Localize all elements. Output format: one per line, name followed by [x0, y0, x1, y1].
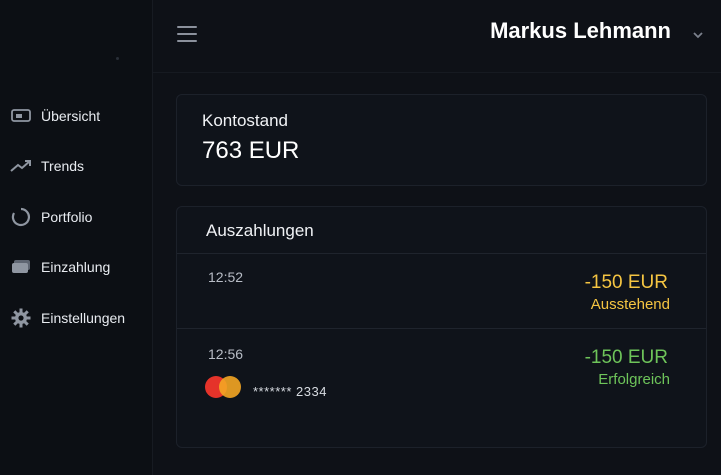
payout-status: Erfolgreich — [598, 371, 670, 388]
user-name[interactable]: Markus Lehmann — [490, 18, 671, 44]
payout-amount: -150 EUR — [584, 347, 668, 368]
balance-card: Kontostand 763 EUR — [176, 94, 707, 186]
hamburger-icon[interactable] — [177, 26, 197, 44]
payout-row[interactable]: 12:56 -150 EUR Erfolgreich ******* 2334 — [177, 328, 706, 419]
payout-status: Ausstehend — [590, 296, 670, 313]
trend-up-icon — [10, 155, 32, 177]
monitor-icon — [10, 105, 32, 127]
payout-time: 12:56 — [208, 346, 244, 362]
sidebar-item-einzahlung[interactable]: Einzahlung — [0, 247, 152, 287]
balance-title: Kontostand — [202, 111, 289, 130]
gear-icon — [10, 307, 32, 329]
payouts-card: Auszahlungen 12:52 -150 EUR Ausstehend 1… — [176, 206, 707, 448]
top-bar: Markus Lehmann — [153, 0, 721, 73]
payouts-title: Auszahlungen — [206, 221, 314, 240]
sidebar-item-label: Übersicht — [41, 108, 101, 124]
payout-row[interactable]: 12:52 -150 EUR Ausstehend — [177, 253, 706, 329]
sidebar-item-label: Portfolio — [41, 209, 93, 225]
sidebar-item-label: Einzahlung — [41, 259, 111, 275]
sidebar: Übersicht Trends Portfolio Einzahlung Ei… — [0, 0, 153, 475]
sidebar-item-portfolio[interactable]: Portfolio — [0, 197, 152, 237]
balance-value: 763 EUR — [202, 137, 300, 164]
card-number: ******* 2334 — [253, 384, 327, 399]
sidebar-item-einstellungen[interactable]: Einstellungen — [0, 298, 152, 338]
pie-chart-icon — [10, 206, 32, 228]
payout-amount: -150 EUR — [584, 272, 668, 293]
wallet-icon — [10, 256, 32, 278]
sidebar-item-label: Trends — [41, 158, 85, 174]
sidebar-item-label: Einstellungen — [41, 310, 126, 326]
payout-time: 12:52 — [208, 269, 244, 285]
mastercard-icon — [203, 374, 243, 400]
sidebar-item-trends[interactable]: Trends — [0, 146, 152, 186]
sidebar-item-uebersicht[interactable]: Übersicht — [0, 96, 152, 136]
logo-mark — [116, 57, 119, 60]
chevron-down-icon[interactable] — [691, 28, 705, 42]
